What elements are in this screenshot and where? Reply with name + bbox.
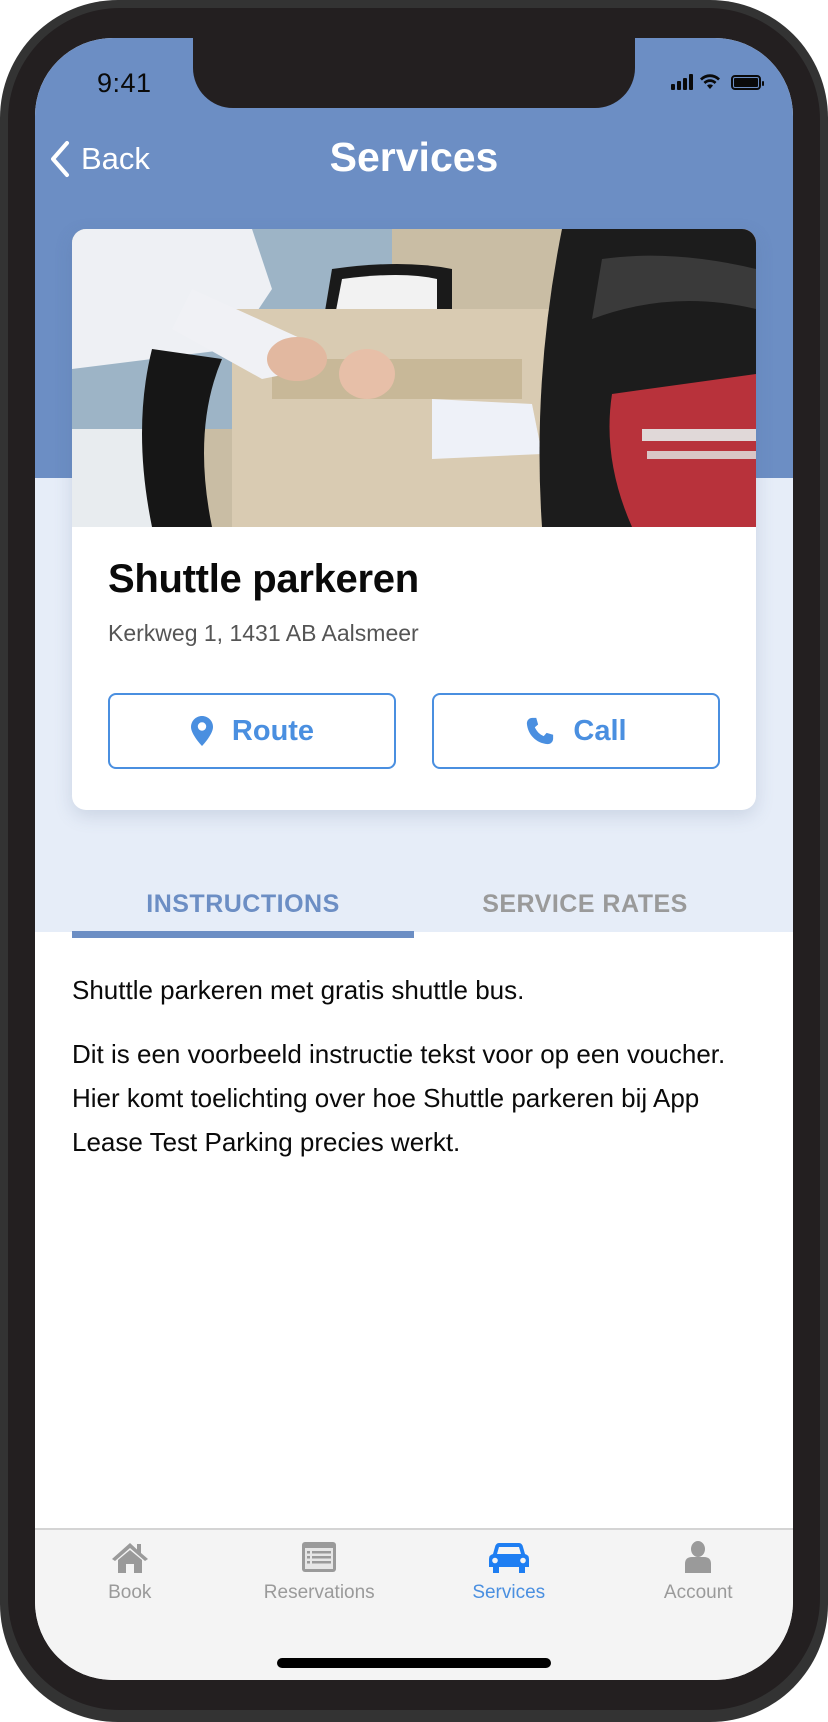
tabbar-item-account[interactable]: Account (604, 1540, 794, 1604)
phone-frame: 9:41 Back Services Shuttle parkeren Kerk… (0, 0, 828, 1722)
home-indicator[interactable] (277, 1658, 551, 1668)
cellular-signal-icon (671, 74, 693, 90)
wifi-icon (700, 74, 720, 89)
tabbar-label-services: Services (472, 1582, 546, 1603)
battery-icon (731, 74, 764, 90)
tabbar-label-reservations: Reservations (263, 1582, 375, 1603)
tabbar-item-book[interactable]: Book (35, 1540, 225, 1604)
service-actions: Route Call (108, 693, 720, 769)
map-pin-icon (190, 716, 213, 746)
service-photo (72, 229, 756, 527)
screen: 9:41 Back Services Shuttle parkeren Kerk… (35, 38, 793, 1680)
tab-service-rates[interactable]: SERVICE RATES (414, 872, 756, 932)
status-time: 9:41 (97, 68, 152, 98)
bottom-tab-bar: Book Reservations Services Account (35, 1528, 793, 1680)
active-tab-indicator (72, 931, 414, 938)
tab-instructions-label: INSTRUCTIONS (146, 890, 340, 918)
service-title: Shuttle parkeren (108, 557, 419, 601)
content-tabs: INSTRUCTIONS SERVICE RATES (72, 872, 756, 938)
service-address: Kerkweg 1, 1431 AB Aalsmeer (108, 620, 419, 646)
tabbar-item-reservations[interactable]: Reservations (225, 1540, 415, 1604)
instructions-paragraph: Shuttle parkeren met gratis shuttle bus. (72, 975, 525, 1005)
service-card: Shuttle parkeren Kerkweg 1, 1431 AB Aals… (72, 229, 756, 810)
route-button[interactable]: Route (108, 693, 396, 769)
status-icons (671, 74, 764, 90)
home-icon (111, 1543, 148, 1573)
car-icon (488, 1543, 529, 1573)
user-icon (685, 1541, 712, 1573)
tabbar-label-account: Account (663, 1582, 733, 1603)
photo-illustration (72, 229, 756, 527)
tabbar-label-book: Book (108, 1582, 152, 1603)
route-label: Route (231, 714, 315, 747)
page-title: Services (329, 134, 499, 180)
instructions-content: Shuttle parkeren met gratis shuttle bus.… (72, 968, 756, 1164)
phone-icon (527, 717, 554, 745)
call-label: Call (573, 714, 627, 747)
tabbar-item-services[interactable]: Services (414, 1540, 604, 1604)
notch (193, 38, 635, 108)
instructions-paragraph: Dit is een voorbeeld instructie tekst vo… (72, 1039, 726, 1157)
call-button[interactable]: Call (432, 693, 720, 769)
tab-instructions[interactable]: INSTRUCTIONS (72, 872, 414, 938)
list-icon (302, 1542, 337, 1572)
tab-service-rates-label: SERVICE RATES (482, 890, 688, 918)
